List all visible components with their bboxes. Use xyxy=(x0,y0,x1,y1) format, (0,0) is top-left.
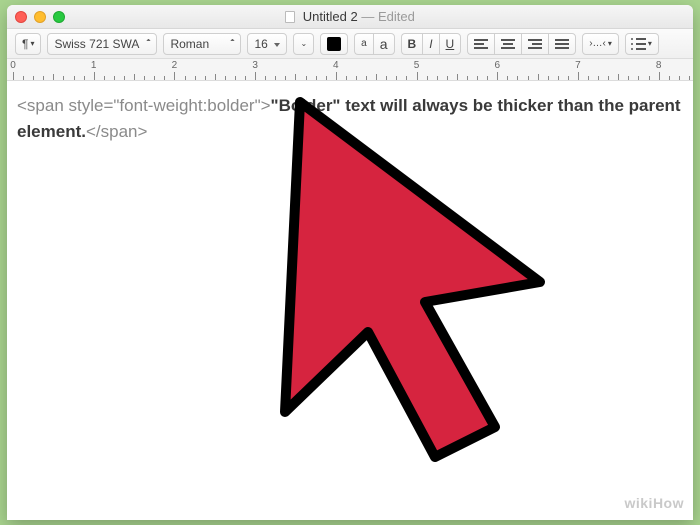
align-right-button[interactable] xyxy=(521,33,548,55)
font-style-select[interactable]: Roman xyxy=(163,33,241,55)
titlebar: Untitled 2 — Edited xyxy=(7,5,693,29)
bold-button[interactable]: B xyxy=(401,33,423,55)
spacing-icon: ›…‹ xyxy=(589,38,606,49)
document-body[interactable]: <span style="font-weight:bolder">"Bolder… xyxy=(7,81,693,520)
font-family-value: Swiss 721 SWA xyxy=(54,37,139,51)
align-justify-button[interactable] xyxy=(548,33,576,55)
font-size-select[interactable]: 16 xyxy=(247,33,287,55)
text-size-group: a a xyxy=(354,33,394,55)
bold-text-line1: "Bolder" text will always be thicker tha… xyxy=(271,96,681,115)
ruler-label: 4 xyxy=(333,60,339,71)
align-left-icon xyxy=(474,39,488,49)
align-center-icon xyxy=(501,39,515,49)
underline-button[interactable]: U xyxy=(439,33,462,55)
list-icon xyxy=(632,38,646,50)
ruler[interactable]: 0 1 2 3 4 5 6 7 8 xyxy=(7,59,693,81)
document-status: — Edited xyxy=(361,9,415,24)
style-group: B I U xyxy=(401,33,462,55)
list-style-button[interactable]: ▾ xyxy=(625,33,659,55)
decrease-font-button[interactable]: a xyxy=(354,33,373,55)
chevron-down-icon: ⌄ xyxy=(300,41,307,47)
chevron-down-icon: ▾ xyxy=(608,39,612,48)
bold-text-line2: element. xyxy=(17,122,86,141)
format-toolbar: ¶ ▾ Swiss 721 SWA Roman 16 ⌄ a a B I U xyxy=(7,29,693,59)
watermark: wikiHow xyxy=(624,495,684,511)
line-spacing-button[interactable]: ›…‹ ▾ xyxy=(582,33,619,55)
window-controls xyxy=(15,11,65,23)
chevron-down-icon: ▾ xyxy=(648,39,652,48)
align-group xyxy=(467,33,576,55)
document-icon xyxy=(285,11,295,23)
code-close-tag: </span> xyxy=(86,122,147,141)
font-style-value: Roman xyxy=(170,37,209,51)
ruler-label: 7 xyxy=(575,60,581,71)
align-justify-icon xyxy=(555,39,569,49)
document-name: Untitled 2 xyxy=(303,9,358,24)
align-right-icon xyxy=(528,39,542,49)
paragraph-icon: ¶ xyxy=(22,37,28,51)
font-family-select[interactable]: Swiss 721 SWA xyxy=(47,33,157,55)
text-color-button[interactable] xyxy=(320,33,348,55)
align-center-button[interactable] xyxy=(494,33,521,55)
ruler-label: 8 xyxy=(656,60,662,71)
minimize-window-button[interactable] xyxy=(34,11,46,23)
font-size-value: 16 xyxy=(254,37,267,51)
align-left-button[interactable] xyxy=(467,33,494,55)
font-size-stepper[interactable]: ⌄ xyxy=(293,33,314,55)
window-title: Untitled 2 — Edited xyxy=(7,9,693,24)
code-open-tag: <span style="font-weight:bolder"> xyxy=(17,96,271,115)
ruler-label: 2 xyxy=(172,60,178,71)
ruler-label: 1 xyxy=(91,60,97,71)
zoom-window-button[interactable] xyxy=(53,11,65,23)
ruler-label: 0 xyxy=(10,60,16,71)
chevron-down-icon: ▾ xyxy=(30,39,34,48)
color-swatch-icon xyxy=(327,37,341,51)
ruler-label: 3 xyxy=(252,60,258,71)
italic-button[interactable]: I xyxy=(422,33,438,55)
app-window: Untitled 2 — Edited ¶ ▾ Swiss 721 SWA Ro… xyxy=(7,5,693,520)
ruler-label: 5 xyxy=(414,60,420,71)
increase-font-button[interactable]: a xyxy=(373,33,395,55)
ruler-label: 6 xyxy=(494,60,500,71)
close-window-button[interactable] xyxy=(15,11,27,23)
paragraph-style-button[interactable]: ¶ ▾ xyxy=(15,33,41,55)
